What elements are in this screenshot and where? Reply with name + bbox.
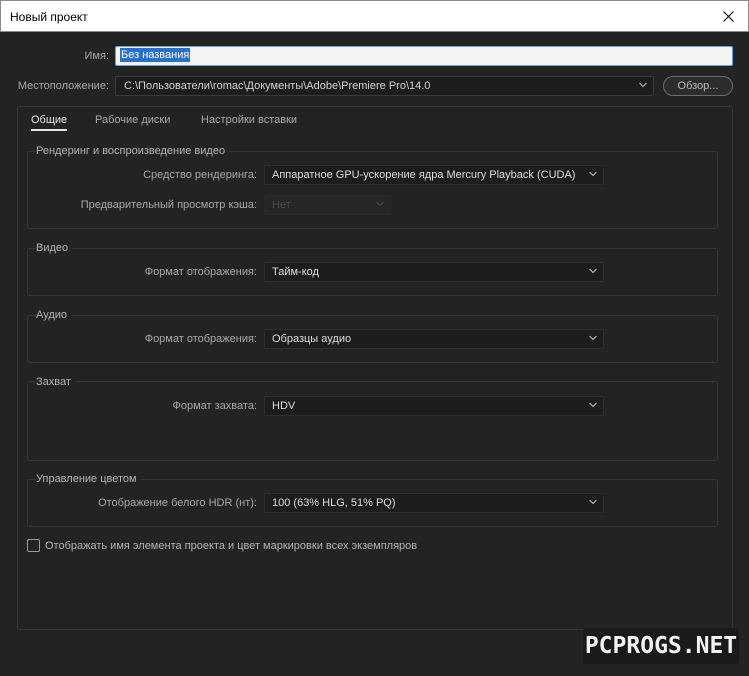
capture-format-dropdown[interactable]: HDV (264, 396, 604, 416)
capture-format-value: HDV (272, 400, 296, 412)
chevron-down-icon (589, 499, 597, 505)
show-name-checkbox[interactable] (27, 539, 40, 552)
browse-button[interactable]: Обзор... (663, 76, 733, 96)
video-display-format-dropdown[interactable]: Тайм-код (264, 262, 604, 282)
window-title: Новый проект (10, 10, 88, 24)
video-display-format-label: Формат отображения: (144, 266, 257, 278)
chevron-down-icon (589, 171, 597, 177)
audio-group-title: Аудио (36, 309, 72, 321)
title-bar: Новый проект (0, 0, 749, 32)
capture-group-title: Захват (36, 376, 75, 388)
tab-scratch-disks[interactable]: Рабочие диски (95, 114, 170, 126)
preview-cache-label: Предварительный просмотр кэша: (80, 199, 257, 211)
close-icon (722, 10, 734, 22)
name-label: Имя: (84, 50, 109, 62)
location-label: Местоположение: (17, 80, 109, 92)
preview-cache-value: Нет (272, 199, 291, 211)
renderer-dropdown[interactable]: Аппаратное GPU-ускорение ядра Mercury Pl… (264, 165, 604, 185)
chevron-down-icon (589, 402, 597, 408)
color-management-group-title: Управление цветом (36, 473, 141, 485)
video-group-title: Видео (36, 242, 73, 254)
hdr-white-value: 100 (63% HLG, 51% PQ) (272, 497, 396, 509)
render-group (27, 151, 718, 229)
capture-group (27, 381, 718, 461)
hdr-white-dropdown[interactable]: 100 (63% HLG, 51% PQ) (264, 493, 604, 513)
tab-general[interactable]: Общие (31, 114, 68, 131)
tab-ingest-settings[interactable]: Настройки вставки (201, 114, 297, 126)
chevron-down-icon (589, 268, 597, 274)
hdr-white-label: Отображение белого HDR (нт): (98, 497, 257, 509)
renderer-value: Аппаратное GPU-ускорение ядра Mercury Pl… (272, 169, 576, 181)
chevron-down-icon (376, 201, 384, 207)
audio-display-format-label: Формат отображения: (144, 333, 257, 345)
renderer-label: Средство рендеринга: (143, 169, 257, 181)
watermark-logo: PCPROGS.NET (583, 628, 739, 664)
render-group-title: Рендеринг и воспроизведение видео (36, 145, 230, 157)
location-select[interactable]: C:\Пользователи\romac\Документы\Adobe\Pr… (115, 76, 654, 96)
name-input[interactable]: Без названия (115, 46, 733, 66)
preview-cache-dropdown: Нет (264, 195, 391, 215)
audio-display-format-dropdown[interactable]: Образцы аудио (264, 329, 604, 349)
name-input-value: Без названия (120, 48, 191, 62)
chevron-down-icon (589, 335, 597, 341)
audio-display-format-value: Образцы аудио (272, 333, 352, 345)
video-display-format-value: Тайм-код (272, 266, 319, 278)
location-value: C:\Пользователи\romac\Документы\Adobe\Pr… (124, 80, 431, 92)
capture-format-label: Формат захвата: (172, 400, 257, 412)
chevron-down-icon (639, 82, 647, 88)
close-button[interactable] (708, 1, 748, 31)
show-name-checkbox-label: Отображать имя элемента проекта и цвет м… (45, 540, 418, 552)
